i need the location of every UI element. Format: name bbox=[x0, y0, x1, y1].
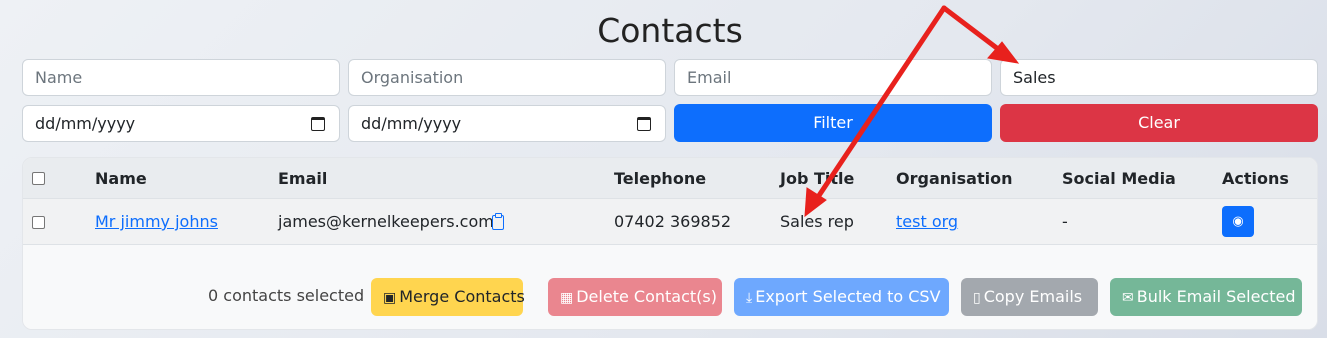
bulk-actions-footer: 0 contacts selected ▣ Merge Contacts ▦ Del… bbox=[23, 262, 1317, 329]
email-filter-input[interactable]: Email bbox=[674, 59, 992, 96]
clear-button[interactable]: Clear bbox=[1000, 104, 1318, 142]
selected-count: 0 contacts selected bbox=[208, 286, 365, 305]
date-to-input[interactable]: dd/mm/yyyy bbox=[348, 105, 666, 142]
date-from-value: dd/mm/yyyy bbox=[35, 114, 136, 133]
date-from-input[interactable]: dd/mm/yyyy bbox=[22, 105, 340, 142]
clipboard-icon: ▯ bbox=[973, 290, 981, 306]
export-csv-button[interactable]: ⤓ Export Selected to CSV bbox=[734, 278, 949, 316]
header-social-media[interactable]: Social Media bbox=[1062, 169, 1176, 188]
envelope-icon: ✉ bbox=[1122, 290, 1134, 306]
filter-button[interactable]: Filter bbox=[674, 104, 992, 142]
contact-job-title: Sales rep bbox=[780, 212, 854, 231]
bulk-label: Bulk Email Selected bbox=[1136, 287, 1296, 306]
merge-icon: ▣ bbox=[383, 290, 397, 306]
calendar-icon[interactable] bbox=[637, 117, 651, 131]
contacts-table-card: Name Email Telephone Job Title Organisat… bbox=[22, 157, 1318, 330]
contact-organisation-link[interactable]: test org bbox=[896, 212, 958, 231]
merge-label: Merge Contacts bbox=[399, 287, 525, 306]
export-label: Export Selected to CSV bbox=[755, 287, 941, 306]
organisation-filter-input[interactable]: Organisation bbox=[348, 59, 666, 96]
merge-contacts-button[interactable]: ▣ Merge Contacts bbox=[371, 278, 525, 316]
header-telephone[interactable]: Telephone bbox=[614, 169, 706, 188]
contact-name-link[interactable]: Mr jimmy johns bbox=[95, 212, 218, 231]
select-all-checkbox[interactable] bbox=[32, 172, 45, 185]
download-icon: ⤓ bbox=[746, 290, 753, 306]
page-title: Contacts bbox=[597, 11, 743, 50]
delete-label: Delete Contact(s) bbox=[576, 287, 717, 306]
calendar-icon[interactable] bbox=[311, 117, 325, 131]
contact-telephone: 07402 369852 bbox=[614, 212, 732, 231]
bulk-email-button[interactable]: ✉ Bulk Email Selected bbox=[1110, 278, 1302, 316]
copy-label: Copy Emails bbox=[983, 287, 1083, 306]
trash-icon: ▦ bbox=[560, 290, 574, 306]
clipboard-icon[interactable] bbox=[492, 213, 504, 230]
table-row: Mr jimmy johns james@kernelkeepers.com 0… bbox=[23, 199, 1317, 245]
header-job-title[interactable]: Job Title bbox=[780, 169, 854, 188]
delete-contacts-button[interactable]: ▦ Delete Contact(s) bbox=[548, 278, 722, 316]
view-icon: ◉ bbox=[1232, 214, 1244, 229]
contact-social-media: - bbox=[1062, 212, 1068, 231]
header-actions: Actions bbox=[1222, 169, 1289, 188]
table-header: Name Email Telephone Job Title Organisat… bbox=[23, 158, 1317, 199]
header-name[interactable]: Name bbox=[95, 169, 147, 188]
contact-email: james@kernelkeepers.com bbox=[278, 212, 494, 231]
row-select-checkbox[interactable] bbox=[32, 216, 45, 229]
header-email[interactable]: Email bbox=[278, 169, 327, 188]
header-organisation[interactable]: Organisation bbox=[896, 169, 1012, 188]
date-to-value: dd/mm/yyyy bbox=[361, 114, 462, 133]
job-title-filter-input[interactable]: Sales bbox=[1000, 59, 1318, 96]
copy-emails-button[interactable]: ▯ Copy Emails bbox=[961, 278, 1098, 316]
name-filter-input[interactable]: Name bbox=[22, 59, 340, 96]
view-contact-button[interactable]: ◉ bbox=[1222, 206, 1254, 237]
